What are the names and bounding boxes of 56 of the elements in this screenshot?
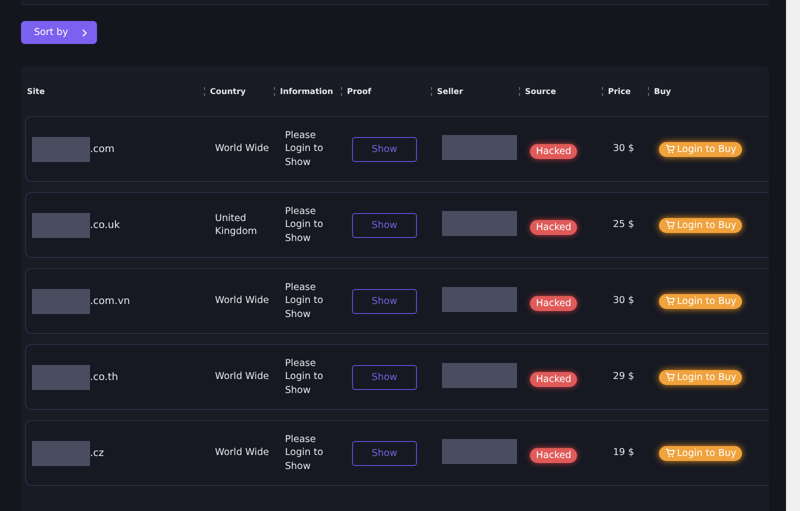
- site-domain: .com.vn: [90, 296, 130, 306]
- column-header[interactable]: Price: [608, 86, 631, 96]
- country-text: World Wide: [215, 446, 270, 460]
- source-badge: Hacked: [530, 448, 578, 463]
- source-badge: Hacked: [530, 144, 578, 159]
- source-badge: Hacked: [530, 220, 578, 235]
- login-to-buy-button[interactable]: Login to Buy: [659, 294, 742, 308]
- price-text: 25 $: [613, 218, 636, 232]
- source-badge: Hacked: [530, 296, 578, 311]
- redaction-block: [32, 440, 90, 466]
- information-text: Please Login to Show: [285, 356, 324, 398]
- login-to-buy-button[interactable]: Login to Buy: [659, 446, 742, 460]
- redaction-block: [32, 212, 90, 238]
- price-text: 19 $: [613, 446, 636, 460]
- cart-icon: [665, 372, 675, 382]
- redaction-block: [32, 364, 90, 390]
- redaction-block: [32, 288, 90, 314]
- information-text: Please Login to Show: [285, 128, 324, 170]
- country-text: United Kingdom: [215, 212, 258, 238]
- information-text: Please Login to Show: [285, 204, 324, 246]
- information-text: Please Login to Show: [285, 432, 324, 474]
- show-button[interactable]: Show: [352, 136, 417, 162]
- column-header[interactable]: Buy: [654, 86, 672, 96]
- show-button[interactable]: Show: [352, 212, 417, 238]
- column-header[interactable]: Seller: [437, 86, 464, 96]
- login-to-buy-button[interactable]: Login to Buy: [659, 142, 742, 156]
- column-header[interactable]: Country: [210, 86, 246, 96]
- chevron-icon: [82, 28, 88, 36]
- column-header[interactable]: Source: [525, 86, 556, 96]
- country-text: World Wide: [215, 142, 270, 156]
- scrollbar[interactable]: [786, 0, 800, 511]
- site-domain: .com: [90, 144, 115, 154]
- source-badge: Hacked: [530, 372, 578, 387]
- cart-icon: [665, 220, 675, 230]
- information-text: Please Login to Show: [285, 280, 324, 322]
- show-button[interactable]: Show: [352, 288, 417, 314]
- column-header[interactable]: Information: [280, 86, 334, 96]
- country-text: World Wide: [215, 370, 270, 384]
- country-text: World Wide: [215, 294, 270, 308]
- column-header[interactable]: Site: [27, 86, 45, 96]
- login-to-buy-button[interactable]: Login to Buy: [659, 370, 742, 384]
- redaction-block: [32, 136, 90, 162]
- site-domain: .cz: [90, 448, 104, 458]
- sort-button[interactable]: Sort by: [21, 21, 98, 44]
- login-to-buy-button[interactable]: Login to Buy: [659, 218, 742, 232]
- cart-icon: [665, 144, 675, 154]
- show-button[interactable]: Show: [352, 364, 417, 390]
- price-text: 29 $: [613, 370, 636, 384]
- price-text: 30 $: [613, 142, 636, 156]
- column-header[interactable]: Proof: [347, 86, 372, 96]
- site-domain: .co.th: [90, 372, 118, 382]
- cart-icon: [665, 296, 675, 306]
- show-button[interactable]: Show: [352, 440, 417, 466]
- price-text: 30 $: [613, 294, 636, 308]
- site-domain: .co.uk: [90, 220, 120, 230]
- cart-icon: [665, 448, 675, 458]
